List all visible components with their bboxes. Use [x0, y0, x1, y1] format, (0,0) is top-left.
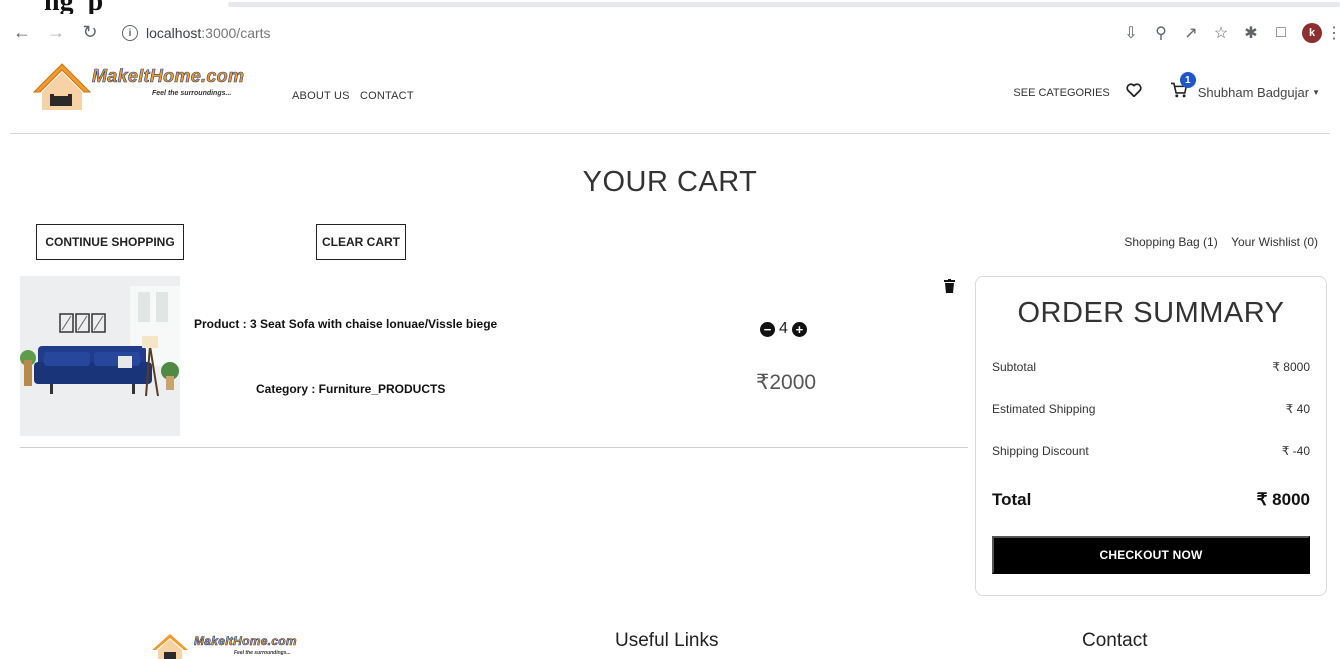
- back-icon[interactable]: ←: [10, 20, 34, 44]
- site-header: MakeItHome.com Feel the surroundings... …: [10, 52, 1330, 134]
- nav-about-us[interactable]: ABOUT US: [292, 90, 350, 102]
- profile-avatar[interactable]: k: [1302, 23, 1322, 43]
- footer-house-logo-icon: [152, 634, 188, 659]
- share-icon[interactable]: ↗: [1176, 20, 1206, 46]
- browser-actions: ⇩ ⚲ ↗ ☆ ✱ □ k ⋮: [1116, 20, 1340, 46]
- clipped-bar: [228, 2, 1340, 7]
- clear-cart-button[interactable]: CLEAR CART: [316, 224, 406, 260]
- quantity-stepper: − 4 +: [760, 320, 807, 338]
- url-host: localhost: [146, 25, 202, 41]
- footer-logo-tagline: Feel the surroundings...: [234, 650, 291, 656]
- logo-text: MakeItHome.com: [92, 66, 245, 87]
- order-summary-title: ORDER SUMMARY: [1017, 297, 1285, 329]
- product-price: ₹2000: [756, 371, 817, 394]
- bookmark-star-icon[interactable]: ☆: [1206, 20, 1236, 46]
- footer-contact-heading: Contact: [1082, 630, 1148, 651]
- clipped-heading: ng p: [44, 0, 103, 14]
- site-info-icon[interactable]: i: [122, 25, 138, 41]
- address-bar[interactable]: i localhost:3000/carts: [112, 18, 1152, 48]
- bag-links: Shopping Bag (1) Your Wishlist (0): [1114, 235, 1318, 249]
- forward-icon[interactable]: →: [44, 20, 68, 44]
- footer-logo-text: MakeItHome.com: [194, 634, 297, 649]
- nav-contact[interactable]: CONTACT: [360, 90, 414, 102]
- discount-row: Shipping Discount ₹ -40: [992, 444, 1310, 458]
- shipping-row: Estimated Shipping ₹ 40: [992, 402, 1310, 416]
- divider: [20, 447, 968, 448]
- product-category: Category : Furniture_PRODUCTS: [256, 382, 446, 396]
- total-value: ₹ 8000: [1256, 490, 1310, 509]
- subtotal-row: Subtotal ₹ 8000: [992, 360, 1310, 374]
- url-text: localhost:3000/carts: [146, 25, 271, 41]
- browser-toolbar: ← → ↻ i localhost:3000/carts ⇩ ⚲ ↗ ☆ ✱ □…: [0, 14, 1340, 52]
- sofa-image: [20, 276, 180, 436]
- continue-shopping-button[interactable]: CONTINUE SHOPPING: [36, 224, 184, 260]
- url-path: :3000/carts: [201, 25, 271, 41]
- chevron-down-icon[interactable]: ▼: [1312, 88, 1320, 97]
- page-title: YOUR CART: [582, 166, 758, 198]
- shipping-value: ₹ 40: [1285, 402, 1310, 416]
- clipped-heading-strip: ng p: [0, 0, 1340, 14]
- order-summary-card: ORDER SUMMARY Subtotal ₹ 8000 Estimated …: [975, 276, 1327, 596]
- cart-count-badge: 1: [1179, 72, 1196, 88]
- user-menu[interactable]: Shubham Badgujar: [1198, 85, 1309, 100]
- product-name: Product : 3 Seat Sofa with chaise lonuae…: [194, 317, 498, 331]
- footer-logo[interactable]: MakeItHome.com Feel the surroundings...: [150, 630, 320, 659]
- install-app-icon[interactable]: ⇩: [1116, 20, 1146, 46]
- footer-useful-links-heading: Useful Links: [615, 630, 719, 651]
- product-image: [20, 276, 180, 436]
- minus-icon[interactable]: −: [760, 321, 775, 337]
- logo-tagline: Feel the surroundings...: [152, 90, 232, 97]
- see-categories-link[interactable]: SEE CATEGORIES: [1013, 87, 1109, 99]
- wishlist-heart-icon[interactable]: [1126, 83, 1142, 102]
- total-row: Total ₹ 8000: [992, 490, 1310, 510]
- checkout-button[interactable]: CHECKOUT NOW: [992, 536, 1310, 574]
- menu-icon[interactable]: ⋮: [1326, 20, 1340, 46]
- shopping-bag-link[interactable]: Shopping Bag (1): [1124, 235, 1217, 249]
- site-logo[interactable]: MakeItHome.com Feel the surroundings...: [32, 58, 272, 114]
- header-actions: SEE CATEGORIES 1 Shubham Badgujar ▼: [1013, 72, 1320, 103]
- discount-value: ₹ -40: [1281, 444, 1310, 458]
- cart-icon[interactable]: 1: [1170, 72, 1196, 103]
- zoom-icon[interactable]: ⚲: [1146, 20, 1176, 46]
- total-label: Total: [992, 490, 1032, 509]
- side-panel-icon[interactable]: □: [1266, 20, 1296, 46]
- subtotal-value: ₹ 8000: [1272, 360, 1310, 374]
- trash-icon[interactable]: [944, 279, 955, 298]
- reload-icon[interactable]: ↻: [78, 20, 102, 44]
- house-logo-icon: [32, 63, 92, 110]
- extensions-icon[interactable]: ✱: [1236, 20, 1266, 46]
- discount-label: Shipping Discount: [992, 444, 1089, 458]
- wishlist-link[interactable]: Your Wishlist (0): [1231, 235, 1318, 249]
- subtotal-label: Subtotal: [992, 360, 1037, 374]
- plus-icon[interactable]: +: [791, 321, 807, 337]
- shipping-label: Estimated Shipping: [992, 402, 1096, 416]
- quantity-value: 4: [779, 320, 788, 337]
